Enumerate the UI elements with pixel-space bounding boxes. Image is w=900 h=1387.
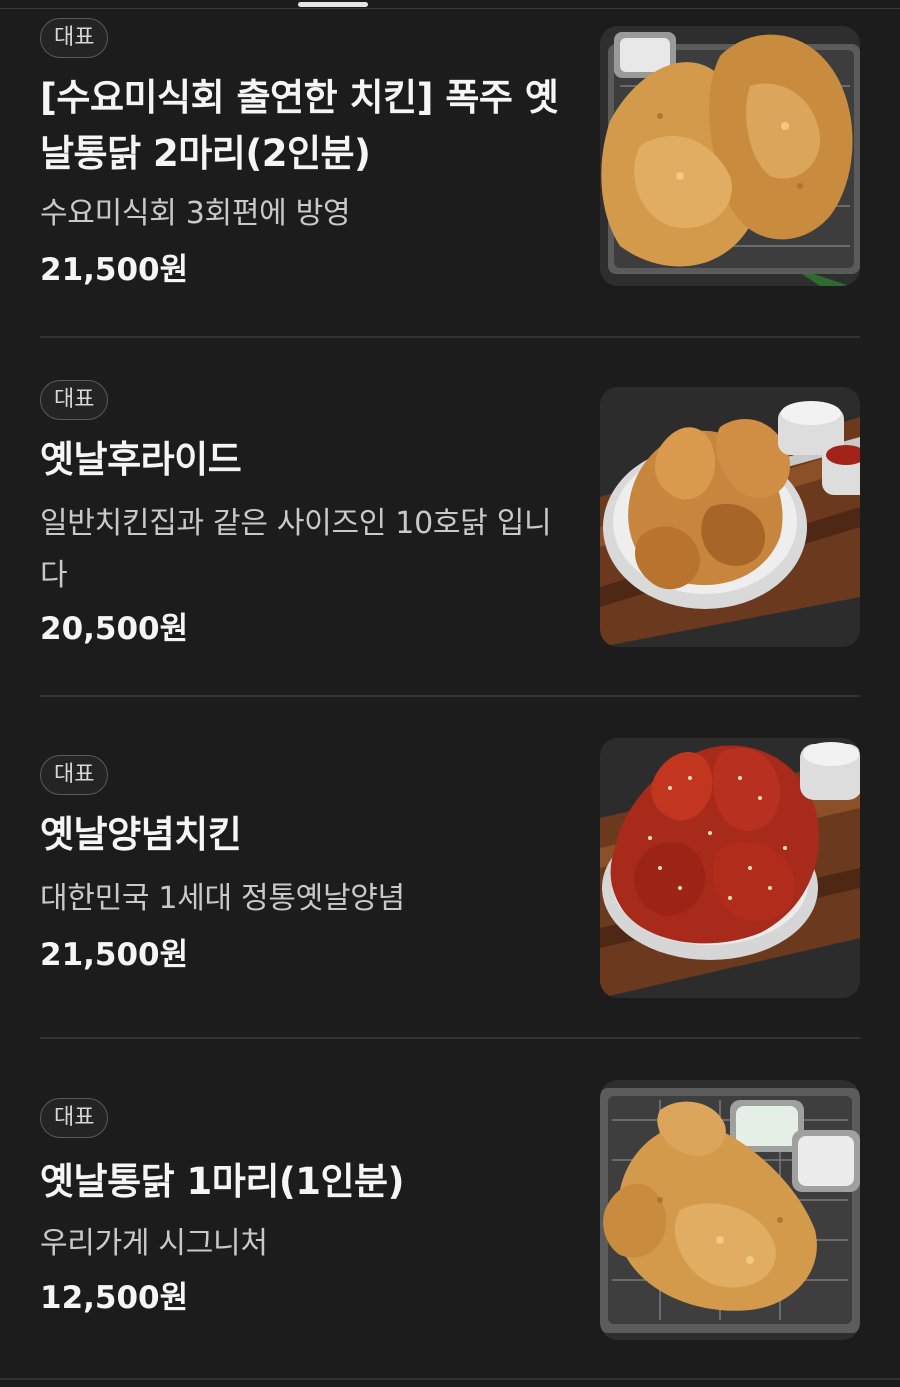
menu-item[interactable]: 대표 [수요미식회 출연한 치킨] 폭주 옛날통닭 2마리(2인분) 수요미식회… [40,0,860,330]
menu-item-photo[interactable] [600,26,860,286]
menu-item-price: 21,500원 [40,252,189,288]
signature-badge: 대표 [40,1098,109,1138]
divider [0,1378,900,1380]
menu-item-photo[interactable] [600,738,860,998]
menu-item-price: 12,500원 [40,1280,189,1316]
signature-badge: 대표 [40,755,109,795]
menu-item-price: 20,500원 [40,611,189,647]
divider [40,336,860,338]
menu-item-name: 옛날양념치킨 [40,813,242,856]
menu-item[interactable]: 대표 옛날통닭 1마리(1인분) 우리가게 시그니처 12,500원 [40,1080,860,1380]
menu-item-description: 일반치킨집과 같은 사이즈인 10호닭 입니다 [40,506,552,593]
menu-item-price: 21,500원 [40,937,189,973]
menu-item[interactable]: 대표 옛날양념치킨 대한민국 1세대 정통옛날양념 21,500원 [40,737,860,1037]
menu-item[interactable]: 대표 옛날후라이드 일반치킨집과 같은 사이즈인 10호닭 입니다 20,500… [40,362,860,692]
menu-item-name: 옛날후라이드 [40,438,242,481]
fried-chicken-plate-photo [600,387,860,647]
menu-item-photo[interactable] [600,1080,860,1340]
menu-item-description: 대한민국 1세대 정통옛날양념 [40,881,405,916]
seasoned-chicken-plate-photo [600,738,860,998]
menu-item-name: 옛날통닭 1마리(1인분) [40,1160,405,1203]
menu-item-name: [수요미식회 출연한 치킨] 폭주 옛날통닭 2마리(2인분) [40,76,559,175]
menu-item-description: 수요미식회 3회편에 방영 [40,196,351,231]
divider [40,695,860,697]
fried-whole-chicken-tray-photo [600,26,860,286]
divider [40,1037,860,1039]
signature-badge: 대표 [40,18,109,58]
menu-item-photo[interactable] [600,387,860,647]
signature-badge: 대표 [40,380,109,420]
menu-item-description: 우리가게 시그니처 [40,1226,268,1261]
single-whole-chicken-tray-photo [600,1080,860,1340]
